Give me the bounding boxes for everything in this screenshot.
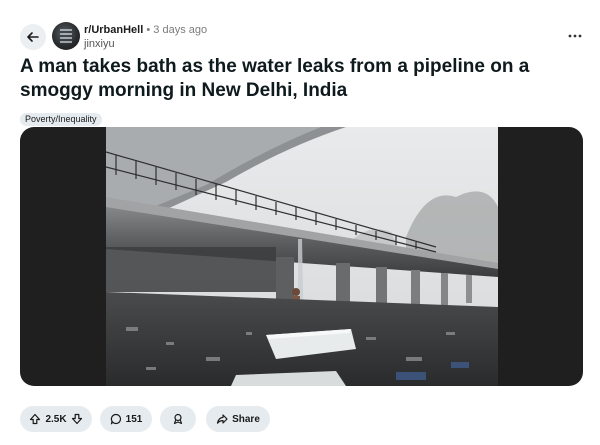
comment-count: 151 xyxy=(125,413,143,425)
upvote-arrow-icon[interactable] xyxy=(29,413,41,425)
author-link[interactable]: jinxiyu xyxy=(84,38,207,51)
share-button[interactable]: Share xyxy=(206,406,270,432)
subreddit-link[interactable]: r/UrbanHell xyxy=(84,24,143,36)
vote-control: 2.5K xyxy=(20,406,92,432)
award-icon xyxy=(173,413,183,425)
post-time: 3 days ago xyxy=(153,24,208,36)
share-arrow-icon xyxy=(216,414,228,424)
comments-button[interactable]: 151 xyxy=(100,406,152,432)
more-options-button[interactable] xyxy=(568,26,582,42)
meta-separator: • xyxy=(146,24,151,36)
share-label: Share xyxy=(232,413,260,425)
back-button[interactable] xyxy=(20,24,46,50)
post-flair[interactable]: Poverty/Inequality xyxy=(20,113,102,126)
comment-bubble-icon xyxy=(110,413,121,425)
post-meta: r/UrbanHell • 3 days ago jinxiyu xyxy=(84,24,207,51)
downvote-arrow-icon[interactable] xyxy=(71,413,83,425)
subreddit-avatar[interactable] xyxy=(52,22,80,50)
award-button[interactable] xyxy=(160,406,196,432)
arrow-left-icon xyxy=(27,32,39,42)
post-title: A man takes bath as the water leaks from… xyxy=(20,56,530,101)
post-image xyxy=(106,127,498,386)
more-horizontal-icon xyxy=(568,34,582,38)
post-media[interactable] xyxy=(20,127,583,386)
vote-count: 2.5K xyxy=(45,413,67,425)
